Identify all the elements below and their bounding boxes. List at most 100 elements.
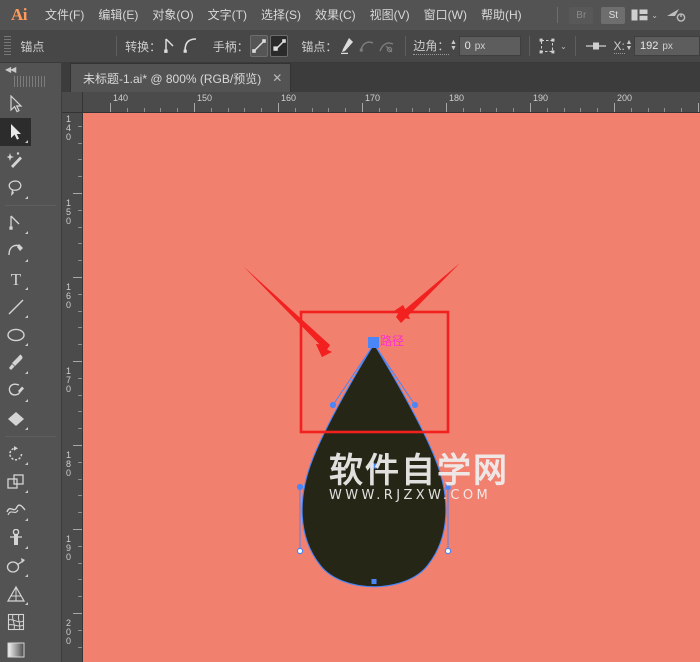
ruler-label: 140 (113, 93, 128, 103)
ruler-tick-minor (78, 579, 82, 580)
menu-effect[interactable]: 效果(C) (308, 0, 363, 30)
tool-flyout-marker (25, 231, 28, 234)
control-bar-grip[interactable] (4, 36, 11, 56)
corner-radius-value: 0 (465, 40, 471, 52)
horizontal-ruler[interactable]: 140150160170180190200210 (83, 92, 700, 113)
tool-paintbrush[interactable] (0, 349, 31, 377)
remove-anchor-glyph (339, 37, 355, 55)
menu-file[interactable]: 文件(F) (38, 0, 91, 30)
type-icon: T (8, 270, 24, 288)
tool-line-segment[interactable] (0, 293, 31, 321)
ruler-tick-major (362, 103, 363, 112)
convert-label: 转换： (125, 38, 161, 55)
ruler-tick-minor (295, 108, 296, 112)
transform-chevron-icon[interactable]: ⌄ (560, 42, 567, 51)
cut-path-icon[interactable] (378, 35, 396, 57)
ruler-tick-minor (78, 563, 82, 564)
ruler-label: 180 (64, 451, 73, 478)
path-label: 路径 (380, 333, 404, 348)
bridge-button[interactable]: Br (569, 7, 593, 24)
x-coordinate-input[interactable]: 192 px (634, 36, 700, 56)
tool-gradient[interactable] (0, 636, 31, 662)
x-stepper-down[interactable]: ▼ (625, 46, 632, 52)
shape-builder-icon (6, 557, 26, 575)
search-power-icon[interactable] (664, 7, 688, 24)
tool-flyout-marker (25, 399, 28, 402)
anchor-bottom[interactable] (372, 579, 377, 584)
ruler-tick-minor (78, 143, 82, 144)
tool-direct-selection[interactable] (0, 118, 31, 146)
handle-point-left-side[interactable] (297, 548, 302, 553)
anchor-left-side[interactable] (297, 484, 303, 490)
tool-curvature[interactable] (0, 237, 31, 265)
tool-shaper[interactable] (0, 377, 31, 405)
tool-rotate[interactable] (0, 440, 31, 468)
menu-view[interactable]: 视图(V) (363, 0, 417, 30)
show-handles-glyph (251, 38, 267, 54)
menu-type[interactable]: 文字(T) (201, 0, 254, 30)
tool-eraser[interactable] (0, 405, 31, 433)
tool-flyout-marker (25, 462, 28, 465)
menu-object[interactable]: 对象(O) (145, 0, 200, 30)
tools-collapse-icon[interactable]: ◀◀ (0, 63, 61, 76)
connect-anchor-icon[interactable] (358, 35, 376, 57)
ruler-tick-minor (681, 108, 682, 112)
tool-shape-builder[interactable] (0, 552, 31, 580)
tool-selection[interactable] (0, 90, 31, 118)
convert-to-smooth-icon[interactable] (182, 35, 200, 57)
control-context-label: 锚点 (20, 38, 108, 55)
artboard-canvas[interactable]: 路径 软件自学网 WWW.RJZXW.COM (83, 113, 700, 662)
remove-anchor-icon[interactable] (338, 35, 356, 57)
menu-window[interactable]: 窗口(W) (417, 0, 474, 30)
tool-mesh[interactable] (0, 608, 31, 636)
tool-free-transform[interactable] (0, 524, 31, 552)
anchor-right-side[interactable] (445, 484, 450, 489)
align-object-icon[interactable] (585, 35, 607, 57)
stock-button[interactable]: St (601, 7, 625, 24)
handle-point-right[interactable] (412, 402, 418, 408)
close-icon[interactable]: ✕ (270, 72, 284, 84)
ruler-tick-major (73, 193, 82, 194)
ruler-tick-minor (228, 108, 229, 112)
tool-pen[interactable] (0, 209, 31, 237)
control-divider-3 (529, 36, 530, 56)
tool-scale[interactable] (0, 468, 31, 496)
document-tab[interactable]: 未标题-1.ai* @ 800% (RGB/预览) ✕ (70, 63, 291, 92)
corner-stepper-down[interactable]: ▼ (450, 46, 457, 52)
tools-panel-grip[interactable] (14, 76, 47, 87)
vertical-ruler[interactable]: 140150160170180190200 (62, 113, 83, 662)
ruler-tick-major (73, 529, 82, 530)
handle-point-right-side[interactable] (445, 548, 450, 553)
hide-handles-icon[interactable] (270, 35, 288, 57)
menu-select[interactable]: 选择(S) (254, 0, 308, 30)
transform-bounds-icon[interactable] (538, 35, 556, 57)
tool-magic-wand[interactable] (0, 146, 31, 174)
ruler-tick-minor (244, 108, 245, 112)
ruler-tick-minor (597, 108, 598, 112)
show-handles-icon[interactable] (250, 35, 268, 57)
corner-stepper[interactable]: ▲ ▼ (449, 36, 457, 56)
tool-lasso[interactable] (0, 174, 31, 202)
tool-width[interactable] (0, 496, 31, 524)
app-logo: Ai (0, 0, 38, 30)
ruler-corner[interactable] (62, 92, 83, 113)
ruler-tick-major (446, 103, 447, 112)
ruler-tick-minor (463, 108, 464, 112)
handle-point-left[interactable] (330, 402, 336, 408)
anchor-apex-selected[interactable] (368, 337, 379, 348)
shaper-icon (7, 382, 25, 400)
menu-help[interactable]: 帮助(H) (474, 0, 529, 30)
tool-perspective-grid[interactable] (0, 580, 31, 608)
x-stepper[interactable]: ▲ ▼ (625, 36, 633, 56)
shape-center-point[interactable] (372, 464, 377, 469)
convert-to-corner-icon[interactable] (162, 35, 180, 57)
tool-ellipse[interactable] (0, 321, 31, 349)
magic-wand-icon (7, 151, 25, 169)
menu-edit[interactable]: 编辑(E) (91, 0, 145, 30)
corner-radius-input[interactable]: 0 px (459, 36, 521, 56)
workspace-switcher[interactable]: ⌄ (631, 9, 658, 21)
control-bar: 锚点 转换： 手柄： (0, 30, 700, 63)
tool-flyout-marker (25, 546, 28, 549)
tool-type[interactable]: T (0, 265, 31, 293)
anchor-label: 锚点： (301, 38, 337, 55)
